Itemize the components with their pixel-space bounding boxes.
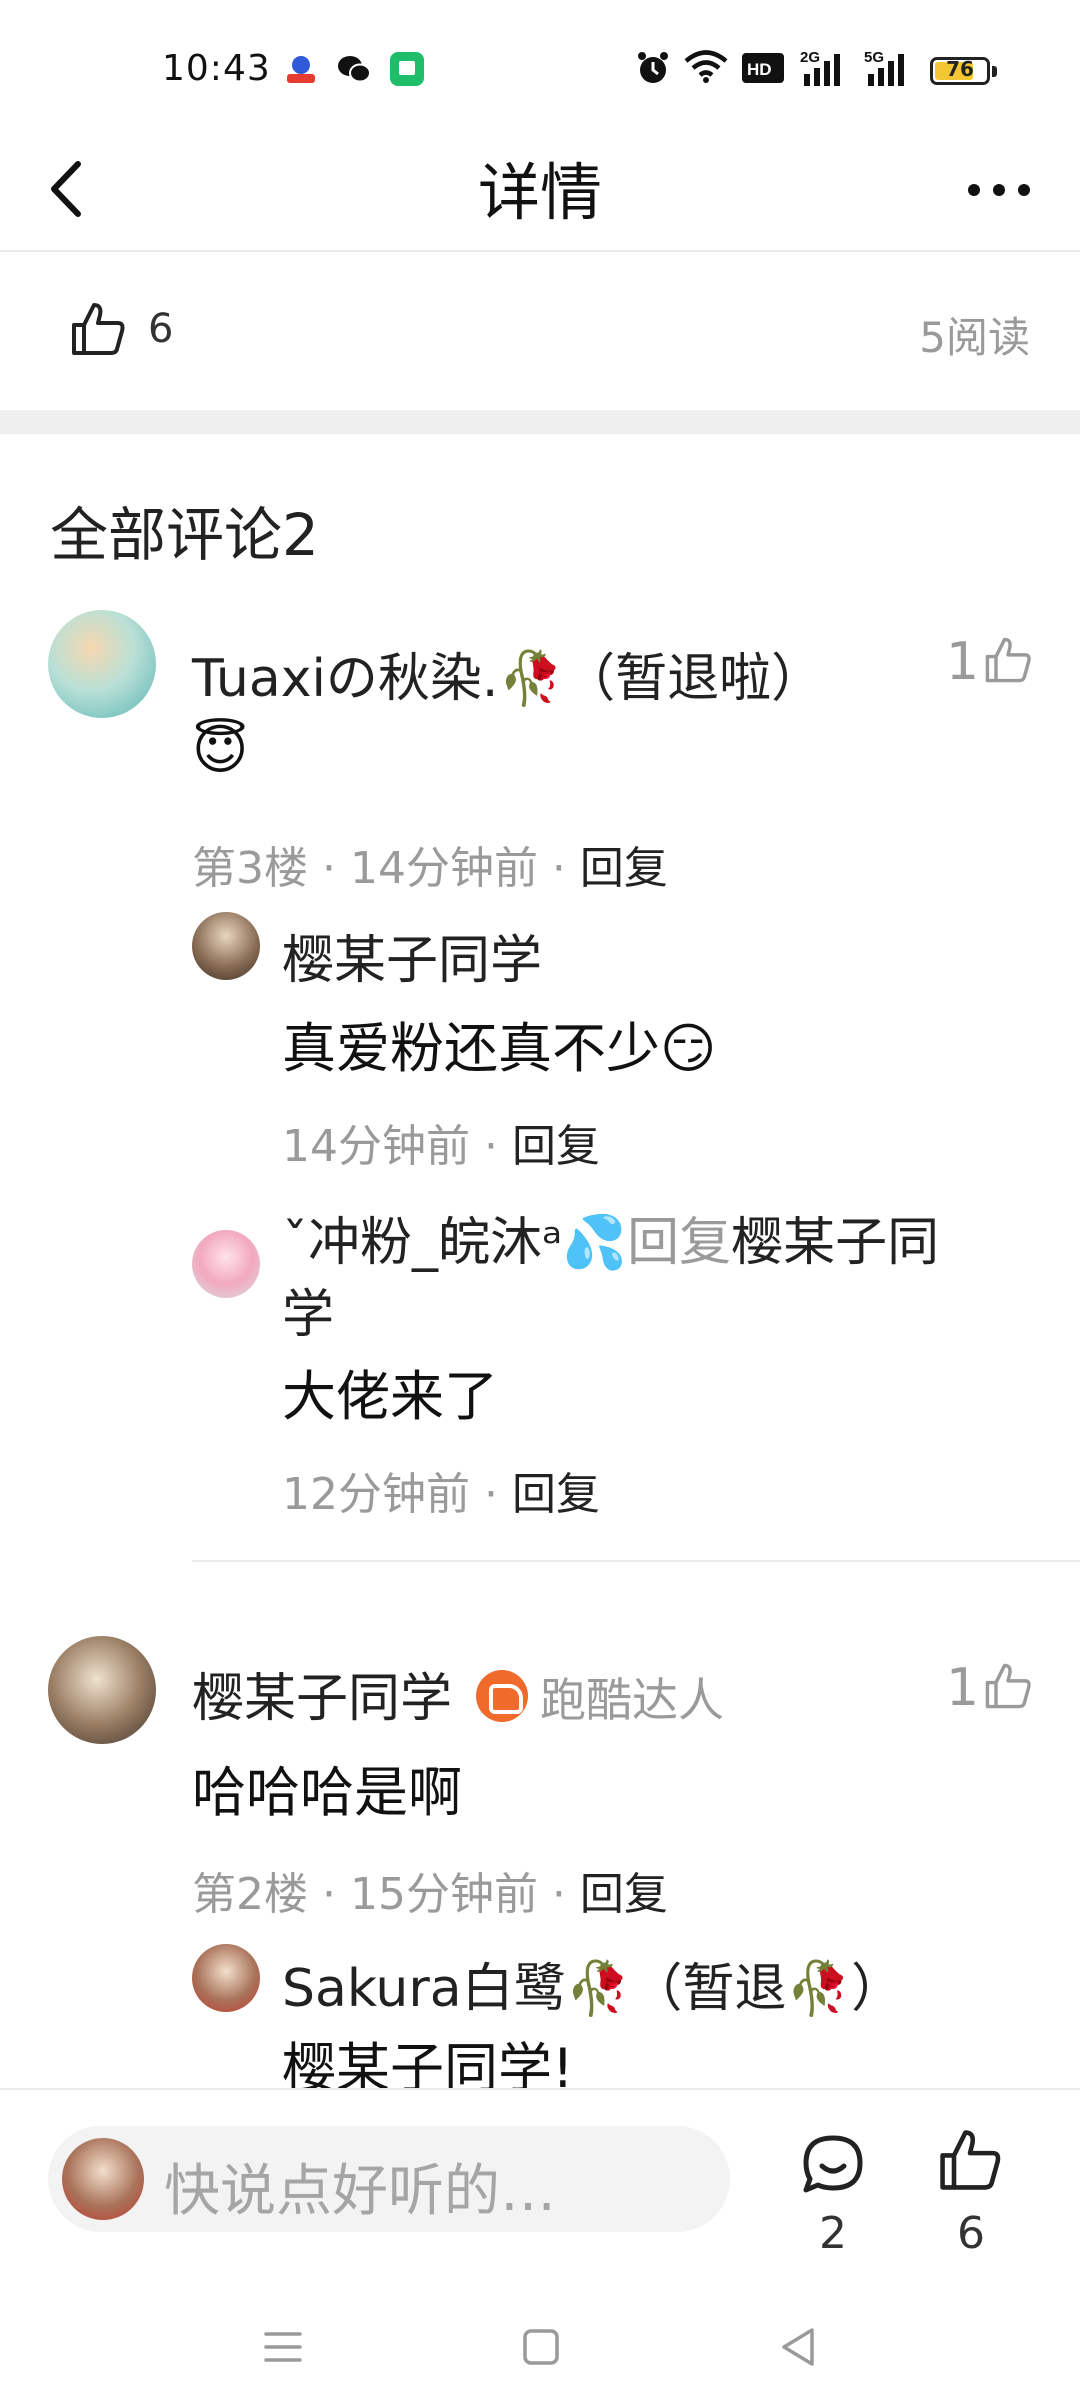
status-time: 10:43	[162, 48, 271, 89]
thumbs-up-icon	[940, 2130, 1001, 2190]
back-triangle-icon	[782, 2328, 814, 2366]
user-badge: 跑酷达人	[540, 1673, 725, 1727]
comments-button[interactable]	[798, 2130, 868, 2200]
comment-input-placeholder: 快说点好听的…	[164, 2159, 556, 2224]
comment-author-row: 樱某子同学 跑酷达人	[192, 1656, 724, 1731]
comment-content: 哈哈哈是啊	[192, 1761, 462, 1824]
post-stats-row: 6 5阅读	[0, 254, 1080, 410]
section-divider	[0, 410, 1080, 434]
reply-button[interactable]: 回复	[580, 843, 668, 894]
avatar[interactable]	[192, 1944, 260, 2012]
comment-like-button[interactable]: 1	[946, 1658, 1031, 1718]
reply-button[interactable]: 回复	[580, 1869, 668, 1920]
comment-divider	[192, 1560, 1080, 1562]
avatar	[62, 2138, 144, 2220]
wechat-icon	[336, 52, 371, 86]
read-count: 5阅读	[919, 313, 1030, 362]
reply-target-name-cont[interactable]: 学	[282, 1272, 334, 1347]
comment-floor-time: 第3楼 · 14分钟前 ·	[192, 843, 580, 894]
home-square-icon	[523, 2329, 559, 2365]
comment-bubble-icon	[803, 2135, 863, 2193]
comments-header: 全部评论2	[50, 501, 319, 569]
reply-header: ˇ冲粉_皖沐ᵃ💦回复樱某子同	[282, 1200, 939, 1275]
wifi-icon	[684, 50, 728, 91]
comment-input[interactable]: 快说点好听的…	[48, 2126, 730, 2232]
comment-author-name[interactable]: Tuaxiの秋染.🥀（暂退啦）	[192, 636, 823, 711]
home-button[interactable]	[516, 2322, 566, 2372]
battery-cap	[992, 66, 997, 77]
status-bar: 10:43 HD 2G 5G 76	[0, 0, 1080, 130]
message-app-icon	[390, 52, 424, 86]
comment-author-name[interactable]: 樱某子同学	[192, 1669, 452, 1729]
parkour-badge-icon	[476, 1670, 529, 1722]
reply-content: 真爱粉还真不少😏	[282, 1017, 717, 1080]
svg-text:HD: HD	[747, 60, 772, 79]
reply-author-name[interactable]: ˇ冲粉_皖沐ᵃ💦	[282, 1213, 627, 1273]
avatar[interactable]	[48, 1636, 156, 1744]
system-navigation-bar	[0, 2288, 1080, 2400]
thumbs-up-icon	[985, 1663, 1031, 1709]
comment-like-button[interactable]: 1	[946, 632, 1031, 692]
alarm-icon	[636, 50, 670, 93]
comment-count: 2	[819, 2208, 847, 2259]
reply-meta: 12分钟前 · 回复	[282, 1458, 600, 1522]
reply-time: 14分钟前 ·	[282, 1121, 512, 1172]
comment-content: 😇	[192, 718, 249, 781]
avatar[interactable]	[192, 1230, 260, 1298]
comment-like-count: 1	[946, 1658, 980, 1718]
signal-2g-icon: 2G	[800, 48, 846, 95]
comment-meta: 第3楼 · 14分钟前 · 回复	[192, 832, 668, 896]
reply-button[interactable]: 回复	[512, 1469, 600, 1520]
hd-icon: HD	[742, 53, 784, 90]
reply-target-name[interactable]: 樱某子同	[731, 1213, 939, 1273]
battery-level: 76	[946, 57, 974, 81]
menu-button[interactable]	[258, 2322, 308, 2372]
like-count: 6	[957, 2208, 985, 2259]
comment-floor-time: 第2楼 · 15分钟前 ·	[192, 1869, 580, 1920]
reply-author-name[interactable]: 樱某子同学	[282, 918, 542, 993]
reply-time: 12分钟前 ·	[282, 1469, 512, 1520]
signal-5g-icon: 5G	[864, 48, 910, 95]
menu-icon	[264, 2332, 302, 2362]
reply-button[interactable]: 回复	[512, 1121, 600, 1172]
avatar[interactable]	[48, 610, 156, 718]
thumbs-up-icon	[985, 637, 1031, 683]
reply-author-name[interactable]: Sakura白鹭🥀（暂退🥀）	[282, 1946, 903, 2021]
battery-icon: 76	[930, 57, 990, 85]
post-like-count: 6	[148, 306, 174, 352]
bottom-action-bar: 快说点好听的… 2 6	[0, 2088, 1080, 2288]
thumbs-up-icon	[72, 303, 125, 355]
page-title: 详情	[477, 156, 602, 229]
like-button[interactable]	[938, 2128, 1008, 2198]
more-options-button[interactable]	[964, 172, 1034, 208]
comment-like-count: 1	[946, 632, 980, 692]
back-nav-button[interactable]	[774, 2322, 824, 2372]
top-nav-bar: 详情	[0, 130, 1080, 252]
reply-to-label: 回复	[627, 1213, 732, 1273]
avatar[interactable]	[192, 912, 260, 980]
post-like-button[interactable]	[70, 301, 126, 357]
reply-content: 大佬来了	[282, 1365, 498, 1428]
more-dots-icon	[968, 184, 1030, 196]
baidu-app-icon	[284, 52, 318, 86]
svg-text:5G: 5G	[864, 49, 884, 66]
reply-meta: 14分钟前 · 回复	[282, 1110, 600, 1174]
svg-text:2G: 2G	[800, 49, 820, 66]
comment-meta: 第2楼 · 15分钟前 · 回复	[192, 1858, 668, 1922]
